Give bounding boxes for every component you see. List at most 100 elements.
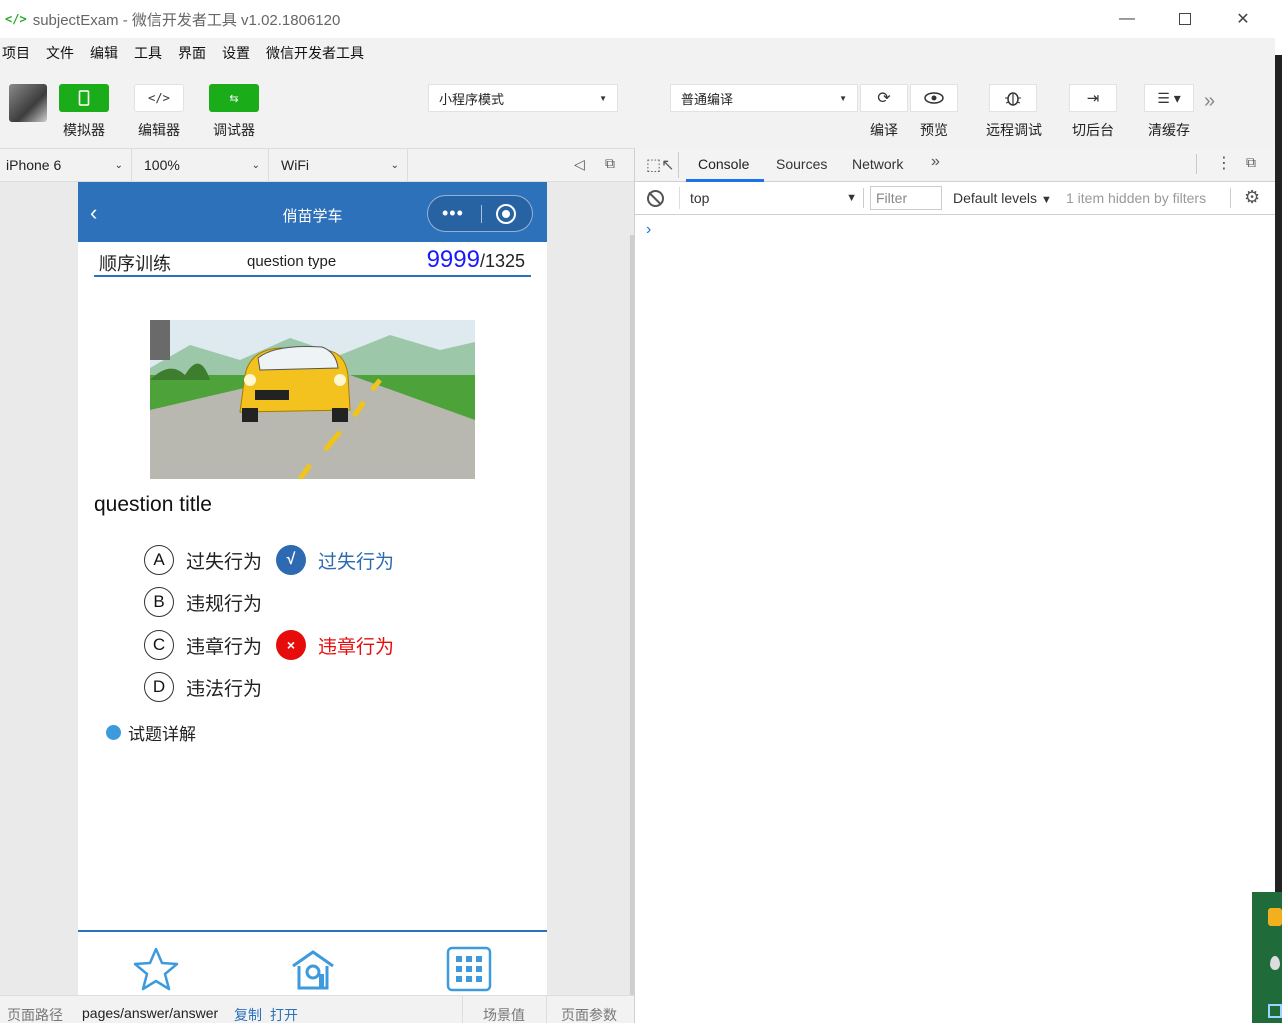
phone-icon — [78, 90, 90, 106]
menu-item-tools[interactable]: 工具 — [134, 43, 162, 63]
clear-cache-button[interactable]: ☰ ▾ — [1144, 84, 1194, 112]
device-bar: iPhone 6 ⌄ 100% ⌄ WiFi ⌄ ◁ ⧉ — [0, 148, 634, 182]
option-a[interactable]: A 过失行为 √ 过失行为 — [144, 545, 394, 575]
maximize-button[interactable] — [1156, 0, 1214, 38]
zoom-value: 100% — [144, 157, 180, 173]
school-icon[interactable] — [290, 946, 336, 992]
preview-button[interactable] — [910, 84, 958, 112]
option-letter: D — [144, 672, 174, 702]
filter-input[interactable]: Filter — [870, 186, 942, 210]
panel-divider[interactable] — [634, 148, 635, 1023]
toolbar-divider — [863, 188, 864, 208]
menu-item-view[interactable]: 界面 — [178, 43, 206, 63]
inspect-element-icon[interactable]: ⬚↖ — [646, 155, 675, 175]
question-type: question type — [247, 253, 337, 270]
network-select[interactable]: WiFi ⌄ — [269, 149, 408, 181]
drop-icon — [1270, 956, 1280, 970]
volume-icon[interactable]: ◁ — [574, 156, 585, 173]
chevron-down-icon: ▼ — [599, 93, 607, 103]
menu-item-project[interactable]: 项目 — [2, 43, 30, 63]
explanation-toggle[interactable]: 试题详解 — [106, 720, 196, 745]
more-tabs-icon[interactable]: » — [931, 153, 940, 171]
preview-label: 预览 — [920, 122, 948, 138]
tab-network[interactable]: Network — [852, 156, 903, 172]
avatar[interactable] — [9, 84, 47, 122]
simulator-toggle-button[interactable] — [59, 84, 109, 112]
page-params-button[interactable]: 页面参数 — [561, 1005, 617, 1023]
open-path-link[interactable]: 打开 — [270, 1005, 298, 1023]
remote-debug-button[interactable] — [989, 84, 1037, 112]
practice-mode: 顺序训练 — [99, 254, 171, 274]
more-tools-icon[interactable]: » — [1204, 90, 1215, 113]
app-tab-bar — [78, 930, 547, 995]
taskbar-app-strip[interactable] — [1252, 892, 1282, 1023]
grid-menu-icon[interactable] — [446, 946, 492, 992]
copy-path-link[interactable]: 复制 — [234, 1005, 262, 1023]
option-d[interactable]: D 违法行为 — [144, 672, 262, 702]
close-button[interactable]: ✕ — [1214, 0, 1272, 38]
menu-item-edit[interactable]: 编辑 — [90, 43, 118, 63]
devtools-tab-bar: ⬚↖ Console Sources Network » ⋮ ⧉ — [635, 148, 1275, 182]
tab-console[interactable]: Console — [698, 156, 749, 172]
option-text: 违规行为 — [186, 593, 263, 615]
hidden-items-info: 1 item hidden by filters — [1066, 190, 1207, 206]
device-model-select[interactable]: iPhone 6 ⌄ — [0, 149, 132, 181]
option-text: 违章行为 — [186, 636, 263, 658]
tab-divider — [678, 152, 679, 178]
detach-window-icon[interactable]: ⧉ — [605, 155, 615, 172]
maximize-icon — [1179, 13, 1191, 25]
mode-select[interactable]: 小程序模式 ▼ — [428, 84, 618, 112]
undock-icon[interactable]: ⧉ — [1246, 154, 1256, 171]
chevron-down-icon: ⌄ — [114, 159, 123, 171]
chevron-down-icon: ▼ — [1040, 194, 1052, 206]
menu-item-settings[interactable]: 设置 — [222, 43, 250, 63]
console-prompt-icon[interactable]: › — [646, 221, 651, 239]
minimize-button[interactable]: — — [1098, 0, 1156, 38]
device-model-value: iPhone 6 — [6, 157, 62, 173]
kebab-menu-icon[interactable]: ⋮ — [1216, 153, 1232, 173]
chevron-down-icon: ⌄ — [251, 159, 260, 171]
background-button[interactable]: ⇥ — [1069, 84, 1117, 112]
bug-icon — [1005, 92, 1021, 106]
wrong-answer-text: 违章行为 — [318, 636, 395, 658]
option-letter: A — [144, 545, 174, 575]
more-dots-icon[interactable]: ••• — [442, 203, 464, 224]
network-value: WiFi — [281, 157, 309, 173]
editor-toggle-button[interactable]: </> — [134, 84, 184, 112]
gear-icon[interactable]: ⚙ — [1244, 187, 1260, 208]
menu-capsule: ••• — [427, 195, 533, 232]
wrong-cross-icon: × — [276, 630, 307, 660]
option-c[interactable]: C 违章行为 × 违章行为 — [144, 630, 394, 660]
car-on-road-illustration — [150, 320, 475, 479]
scene-value-button[interactable]: 场景值 — [483, 1005, 525, 1023]
code-icon: </> — [148, 91, 170, 105]
toolbar-divider — [1230, 188, 1231, 208]
option-letter: B — [144, 587, 174, 617]
mode-select-value: 小程序模式 — [439, 91, 505, 107]
star-icon[interactable] — [133, 946, 179, 992]
window-title: subjectExam - 微信开发者工具 v1.02.1806120 — [32, 11, 341, 29]
eye-icon — [924, 92, 944, 104]
option-text: 违法行为 — [186, 678, 263, 700]
question-counter: 9999/1325 — [427, 246, 525, 274]
main-toolbar: 模拟器 </> 编辑器 ⇆ 调试器 小程序模式 ▼ 普通编译 ▼ ⟳ 编译 预览… — [0, 68, 1275, 148]
current-question-number: 9999 — [426, 246, 480, 273]
compile-select[interactable]: 普通编译 ▼ — [670, 84, 858, 112]
context-select[interactable]: top ▼ — [679, 187, 857, 209]
debugger-label: 调试器 — [213, 122, 255, 138]
zoom-select[interactable]: 100% ⌄ — [132, 149, 269, 181]
chevron-down-icon: ⌄ — [390, 159, 399, 171]
tab-sources[interactable]: Sources — [776, 156, 827, 172]
option-letter: C — [144, 630, 174, 660]
status-bar: 页面路径 pages/answer/answer 复制 打开 场景值 页面参数 — [0, 995, 634, 1023]
compile-button[interactable]: ⟳ — [860, 84, 908, 112]
correct-answer-text: 过失行为 — [318, 551, 395, 573]
background-label: 切后台 — [1072, 122, 1114, 138]
clear-console-icon[interactable] — [647, 190, 664, 207]
close-miniprogram-icon[interactable] — [496, 204, 516, 224]
menu-item-wechat-devtools[interactable]: 微信开发者工具 — [266, 43, 364, 63]
option-b[interactable]: B 违规行为 — [144, 587, 262, 617]
debugger-toggle-button[interactable]: ⇆ — [209, 84, 259, 112]
log-levels-select[interactable]: Default levels ▼ — [953, 190, 1052, 206]
menu-item-file[interactable]: 文件 — [46, 43, 74, 63]
